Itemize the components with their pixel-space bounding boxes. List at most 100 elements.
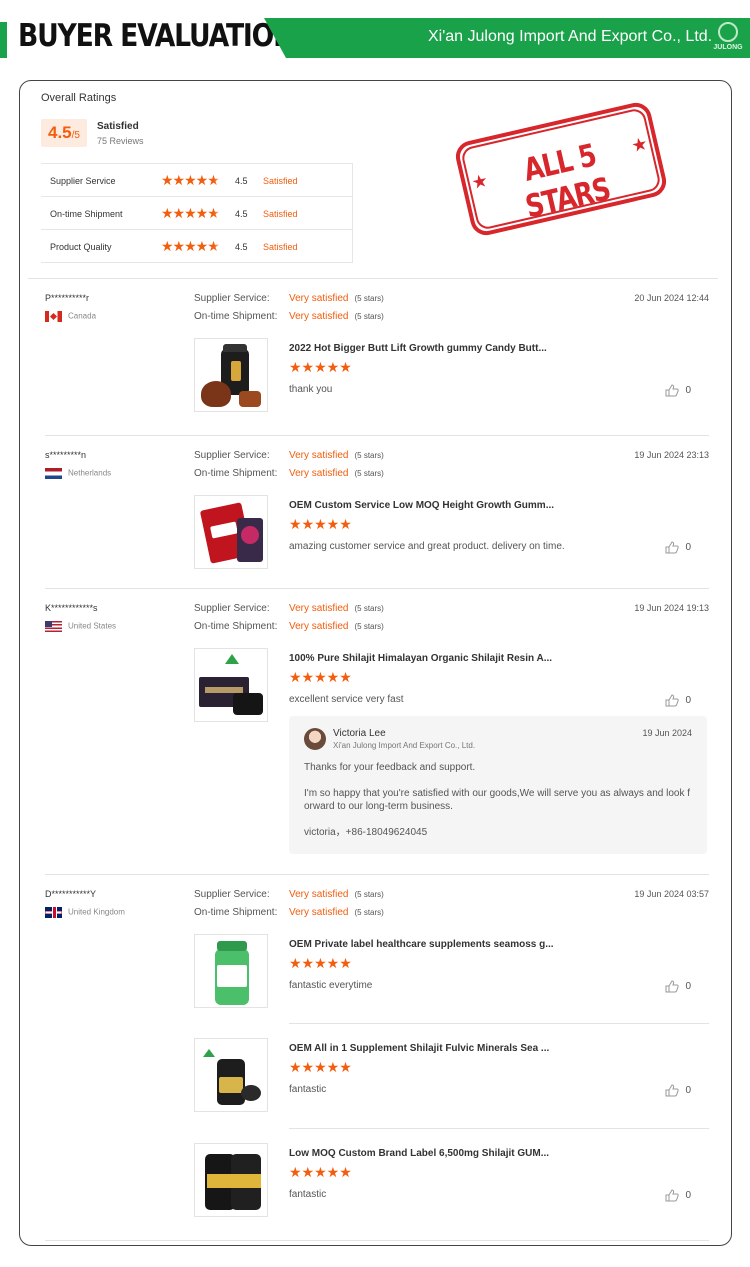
reply-date: 19 Jun 2024 — [642, 728, 692, 738]
product-thumbnail[interactable] — [194, 1143, 268, 1217]
reply-author-name: Victoria Lee — [333, 728, 386, 739]
thumbs-up-icon — [665, 980, 680, 993]
like-button[interactable]: 0 — [665, 694, 691, 707]
like-count: 0 — [685, 981, 691, 993]
rating-row-ontime-shipment: On-time Shipment ★★★★★ 4.5 Satisfied — [41, 197, 352, 230]
rating-stars-text: (5 stars) — [354, 469, 384, 478]
product-thumbnail[interactable] — [194, 1038, 268, 1112]
rating-stars-text: (5 stars) — [354, 908, 384, 917]
product-divider — [289, 1023, 709, 1024]
reviewer-country: United Kingdom — [45, 907, 125, 918]
review-comment: fantastic — [289, 1189, 327, 1200]
like-button[interactable]: 0 — [665, 384, 691, 397]
reviewer-country: Netherlands — [45, 468, 111, 479]
overall-score: 4.5/5 — [41, 119, 87, 147]
rating-row-status: Satisfied — [263, 176, 298, 186]
product-thumbnail[interactable] — [194, 338, 268, 412]
resin-shape — [241, 1085, 261, 1101]
rating-row-status: Satisfied — [263, 209, 298, 219]
star-rating: ★★★★★ — [161, 205, 220, 221]
country-name: Canada — [68, 311, 97, 321]
review-ratings: Supplier Service: Very satisfied (5 stars)… — [194, 603, 384, 639]
overall-ratings-title: Overall Ratings — [41, 92, 117, 104]
rating-stars-text: (5 stars) — [354, 312, 384, 321]
page-title: BUYER EVALUATION — [18, 18, 295, 54]
rating-row-label: Product Quality — [50, 242, 112, 252]
like-count: 0 — [685, 542, 691, 554]
gummy-shape — [241, 526, 259, 544]
rating-text: Very satisfied — [289, 450, 349, 461]
company-logo: JULONG — [712, 22, 744, 56]
product-thumbnail[interactable] — [194, 648, 268, 722]
product-title[interactable]: OEM Private label healthcare supplements… — [289, 939, 554, 950]
rating-row-value: 4.5 — [235, 176, 248, 186]
product-title[interactable]: OEM All in 1 Supplement Shilajit Fulvic … — [289, 1043, 549, 1054]
reviewed-product: OEM All in 1 Supplement Shilajit Fulvic … — [194, 1038, 709, 1114]
score-value: 4.5 — [48, 123, 72, 142]
supplier-service-line: Supplier Service: Very satisfied (5 stars) — [194, 450, 384, 468]
review-count: 75 Reviews — [97, 136, 144, 146]
star-rating: ★★★★★ — [161, 172, 220, 188]
company-name: Xi'an Julong Import And Export Co., Ltd. — [428, 28, 713, 45]
reviewer-name: P**********r — [45, 293, 90, 303]
supplier-service-line: Supplier Service: Very satisfied (5 stars) — [194, 603, 384, 621]
section-divider — [28, 278, 718, 279]
netherlands-flag-icon — [45, 468, 62, 479]
reviewed-product: 100% Pure Shilajit Himalayan Organic Shi… — [194, 648, 709, 724]
page-header: BUYER EVALUATION Xi'an Julong Import And… — [0, 0, 750, 62]
bottle-label-shape — [219, 1077, 243, 1093]
logo-leaf-icon — [718, 22, 738, 42]
ontime-shipment-label: On-time Shipment: — [194, 468, 278, 479]
canada-flag-icon — [45, 311, 62, 322]
rating-row-label: Supplier Service — [50, 176, 116, 186]
product-title[interactable]: 2022 Hot Bigger Butt Lift Growth gummy C… — [289, 343, 547, 354]
reviewer-name: D***********Y — [45, 889, 97, 899]
product-divider — [289, 1128, 709, 1129]
rating-stars-text: (5 stars) — [354, 604, 384, 613]
product-thumbnail[interactable] — [194, 934, 268, 1008]
product-title[interactable]: Low MOQ Custom Brand Label 6,500mg Shila… — [289, 1148, 549, 1159]
thumbs-up-icon — [665, 541, 680, 554]
review-divider — [45, 435, 709, 436]
product-thumbnail[interactable] — [194, 495, 268, 569]
reviewed-product: OEM Private label healthcare supplements… — [194, 934, 709, 1010]
rating-breakdown: Supplier Service ★★★★★ 4.5 Satisfied On-… — [41, 163, 353, 263]
supplier-service-label: Supplier Service: — [194, 603, 270, 614]
like-button[interactable]: 0 — [665, 1189, 691, 1202]
like-button[interactable]: 0 — [665, 541, 691, 554]
country-name: United Kingdom — [68, 907, 125, 917]
review-comment: fantastic — [289, 1084, 327, 1095]
cap-shape — [217, 941, 247, 951]
header-accent-bar — [0, 22, 7, 58]
review-ratings: Supplier Service: Very satisfied (5 stars)… — [194, 293, 384, 329]
gummy-shape — [239, 391, 261, 407]
like-button[interactable]: 0 — [665, 980, 691, 993]
bottle-label-shape — [207, 1174, 261, 1188]
product-title[interactable]: OEM Custom Service Low MOQ Height Growth… — [289, 500, 554, 511]
logo-leaf-icon — [203, 1049, 215, 1057]
like-count: 0 — [685, 695, 691, 707]
ontime-shipment-line: On-time Shipment: Very satisfied (5 stars) — [194, 621, 384, 639]
united-states-flag-icon — [45, 621, 62, 632]
country-name: Netherlands — [68, 468, 112, 478]
rating-text: Very satisfied — [289, 603, 349, 614]
label-shape — [231, 361, 241, 381]
ontime-shipment-line: On-time Shipment: Very satisfied (5 stars) — [194, 468, 384, 486]
review-date: 19 Jun 2024 19:13 — [634, 603, 709, 613]
product-title[interactable]: 100% Pure Shilajit Himalayan Organic Shi… — [289, 653, 552, 664]
reviewer-name: s*********n — [45, 450, 87, 460]
thumbs-up-icon — [665, 384, 680, 397]
reviewed-product: Low MOQ Custom Brand Label 6,500mg Shila… — [194, 1143, 709, 1219]
like-button[interactable]: 0 — [665, 1084, 691, 1097]
rating-text: Very satisfied — [289, 889, 349, 900]
product-star-rating: ★★★★★ — [289, 955, 352, 971]
product-star-rating: ★★★★★ — [289, 669, 352, 685]
rating-row-label: On-time Shipment — [50, 209, 123, 219]
rating-text: Very satisfied — [289, 621, 349, 632]
rating-row-product-quality: Product Quality ★★★★★ 4.5 Satisfied — [41, 230, 352, 263]
rating-text: Very satisfied — [289, 311, 349, 322]
supplier-service-line: Supplier Service: Very satisfied (5 stars) — [194, 889, 384, 907]
reply-author-company: Xi'an Julong Import And Export Co., Ltd. — [333, 741, 476, 750]
thumbs-up-icon — [665, 1189, 680, 1202]
product-star-rating: ★★★★★ — [289, 1059, 352, 1075]
